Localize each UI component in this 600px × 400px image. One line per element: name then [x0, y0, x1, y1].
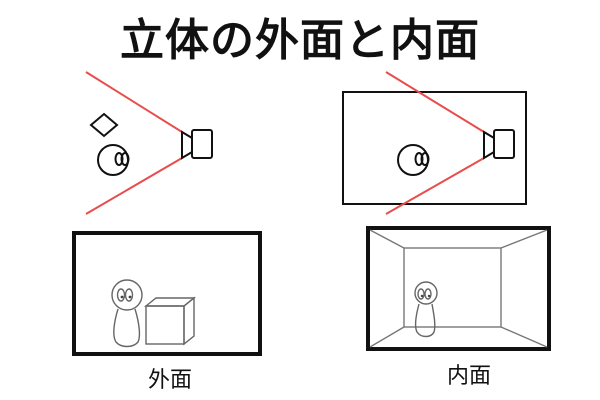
view-line-upper-left [85, 71, 183, 133]
person-head-icon [397, 144, 430, 176]
outer-view-frame [72, 231, 262, 356]
person-head-icon [97, 144, 130, 176]
outer-view-panel [72, 231, 262, 356]
inner-view-top-diagram [342, 71, 527, 215]
inner-view-panel [366, 226, 551, 351]
diagram-canvas [72, 71, 551, 356]
caption-inner: 内面 [446, 364, 491, 389]
outer-view-top-diagram [85, 71, 213, 215]
camera-icon [483, 129, 515, 160]
view-line-upper-right [385, 71, 485, 133]
inner-view-frame [366, 226, 551, 351]
caption-outer: 外面 [147, 368, 192, 393]
diamond-object-icon [89, 112, 119, 138]
view-line-lower-right [385, 157, 485, 215]
camera-icon [181, 129, 213, 160]
